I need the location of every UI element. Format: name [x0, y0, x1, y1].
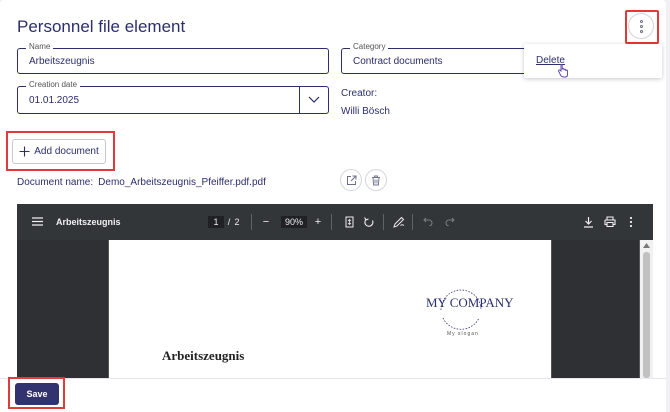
- dot-icon: [639, 19, 643, 23]
- rotate-icon[interactable]: [363, 216, 375, 228]
- undo-icon[interactable]: [423, 217, 433, 226]
- external-link-icon: [346, 175, 356, 185]
- scroll-up-arrow-icon[interactable]: [643, 243, 650, 248]
- category-field[interactable]: Category Contract documents: [341, 42, 531, 74]
- document-file-name: Demo_Arbeitszeugnis_Pfeiffer.pdf.pdf: [98, 177, 266, 188]
- pdf-right-margin: [552, 240, 639, 378]
- plus-icon: [19, 146, 30, 157]
- personnel-file-card: Personnel file element Name Arbeitszeugn…: [0, 0, 666, 412]
- pdf-toolbar: Arbeitszeugnis 1 / 2 − 90% +: [17, 204, 653, 240]
- open-external-button[interactable]: [340, 169, 362, 191]
- document-name: Document name: Demo_Arbeitszeugnis_Pfeiff…: [17, 177, 266, 188]
- add-document-button[interactable]: Add document: [12, 139, 106, 164]
- footer-bar: [0, 378, 666, 412]
- chevron-down-icon: [308, 96, 320, 103]
- creator-label: Creator:: [341, 88, 378, 99]
- zoom-out-button[interactable]: −: [260, 216, 272, 228]
- delete-document-button[interactable]: [365, 169, 387, 191]
- toolbar-divider: [251, 214, 252, 230]
- pdf-scrollbar[interactable]: [640, 240, 653, 378]
- company-slogan: My slogan: [447, 331, 479, 337]
- save-button[interactable]: Save: [15, 383, 59, 405]
- print-icon[interactable]: [604, 216, 616, 227]
- company-logo-text: MY COMPANY: [426, 295, 514, 310]
- zoom-level[interactable]: 90%: [281, 216, 307, 228]
- trash-icon: [372, 175, 380, 185]
- creator-value: Willi Bösch: [341, 106, 390, 117]
- total-pages: 2: [234, 217, 240, 227]
- options-menu: Delete: [524, 44, 662, 78]
- creation-date-value: 01.01.2025: [29, 94, 80, 106]
- page-title: Personnel file element: [17, 17, 186, 36]
- name-field[interactable]: Name Arbeitszeugnis: [17, 42, 329, 74]
- pdf-document-heading: Arbeitszeugnis: [162, 348, 245, 363]
- dot-icon: [639, 29, 643, 33]
- download-icon[interactable]: [583, 216, 594, 228]
- creation-date-field[interactable]: Creation date 01.01.2025: [17, 80, 329, 114]
- scroll-thumb[interactable]: [643, 252, 650, 378]
- more-vertical-icon[interactable]: [629, 216, 633, 228]
- pdf-title: Arbeitszeugnis: [56, 217, 121, 227]
- pdf-viewer[interactable]: Arbeitszeugnis 1 / 2 − 90% + MY COMPANY …: [17, 204, 653, 378]
- date-dropdown-toggle[interactable]: [299, 87, 328, 113]
- toolbar-divider: [412, 214, 413, 230]
- pdf-thumbnail-sidebar: [17, 240, 108, 378]
- menu-icon[interactable]: [32, 217, 43, 226]
- name-value: Arbeitszeugnis: [29, 55, 95, 67]
- document-name-label: Document name:: [17, 177, 94, 188]
- dot-icon: [639, 24, 643, 28]
- hand-pointer-icon: [558, 64, 568, 78]
- more-options-button[interactable]: [628, 13, 654, 39]
- page-number-input[interactable]: 1: [208, 216, 224, 228]
- redo-icon[interactable]: [445, 217, 455, 226]
- toolbar-divider: [383, 214, 384, 230]
- fit-page-icon[interactable]: [345, 216, 354, 228]
- add-document-label: Add document: [34, 146, 99, 157]
- annotate-icon[interactable]: [393, 216, 405, 228]
- category-value: Contract documents: [353, 55, 443, 67]
- pdf-page: MY COMPANY My slogan Arbeitszeugnis: [109, 240, 551, 378]
- toolbar-divider: [331, 214, 332, 230]
- zoom-in-button[interactable]: +: [312, 216, 324, 228]
